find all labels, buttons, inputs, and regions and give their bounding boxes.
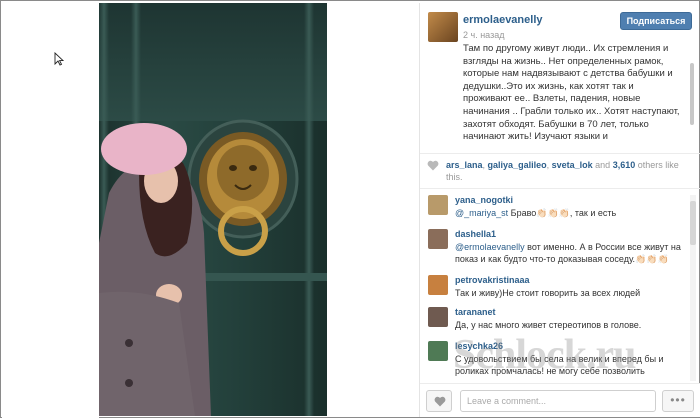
comment-avatar[interactable] (428, 341, 448, 361)
comment-username[interactable]: lesychka26 (455, 341, 503, 351)
comment-mention[interactable]: @ermolaevanelly (455, 242, 525, 252)
comment-avatar[interactable] (428, 195, 448, 215)
likes-count[interactable]: 3,610 (613, 160, 636, 170)
comment-mention[interactable]: @_mariya_st (455, 208, 508, 218)
heart-icon (434, 396, 446, 407)
page-background (2, 2, 99, 418)
heart-icon (427, 160, 439, 171)
post-sidebar: ermolaevanelly 2 ч. назад Подписаться Та… (419, 3, 700, 417)
comment-text: Так и живу)Не стоит говорить за всех люд… (455, 288, 641, 298)
post-footer: ••• (420, 383, 700, 417)
comment-avatar[interactable] (428, 275, 448, 295)
comment-username[interactable]: yana_nogotki (455, 195, 513, 205)
comments-list: yana_nogotki @_mariya_st Браво👏🏻👏🏻👏🏻, та… (420, 191, 700, 383)
post-caption: Там по другому живут люди.. Их стремлени… (463, 43, 680, 143)
comment-avatar[interactable] (428, 307, 448, 327)
comment-text: @ermolaevanelly вот именно. А в России в… (455, 241, 687, 265)
comment-username[interactable]: petrovakristinaaa (455, 275, 530, 285)
comment-text: @_mariya_st Браво👏🏻👏🏻👏🏻, так и есть (455, 207, 687, 219)
comment-avatar[interactable] (428, 229, 448, 249)
window-frame: ermolaevanelly 2 ч. назад Подписаться Та… (0, 0, 700, 418)
comments-scroll-thumb[interactable] (690, 201, 696, 245)
comment-text: С удовольствием бы села на велик и впере… (455, 354, 664, 376)
mouse-cursor-icon (54, 52, 64, 66)
likes-and: and (595, 160, 611, 170)
post-header: ermolaevanelly 2 ч. назад Подписаться Та… (420, 3, 700, 153)
comment-username[interactable]: dashella1 (455, 229, 496, 239)
post-timestamp[interactable]: 2 ч. назад (463, 30, 504, 40)
liker-username[interactable]: galiya_galileo (488, 160, 547, 170)
comment-text: Да, у нас много живет стереотипов в голо… (455, 320, 642, 330)
photo-scene (99, 119, 299, 416)
liker-username[interactable]: sveta_lok (552, 160, 593, 170)
comment-username[interactable]: tarananet (455, 307, 496, 317)
comment-body: Браво👏🏻👏🏻👏🏻, так и есть (508, 208, 617, 218)
caption-scroll-thumb[interactable] (690, 63, 694, 125)
comment-input[interactable] (460, 390, 656, 412)
caption-scrollbar[interactable] (690, 43, 694, 147)
liker-username[interactable]: ars_lana (446, 160, 483, 170)
post-photo[interactable] (99, 3, 327, 416)
follow-button[interactable]: Подписаться (620, 12, 692, 30)
like-button[interactable] (426, 390, 452, 412)
author-username[interactable]: ermolaevanelly (463, 14, 543, 26)
more-options-button[interactable]: ••• (662, 390, 694, 412)
likes-summary: ars_lana, galiya_galileo, sveta_lok and … (420, 153, 700, 189)
lion-knocker (187, 119, 299, 256)
comments-scrollbar[interactable] (690, 195, 696, 381)
author-avatar[interactable] (428, 12, 458, 42)
